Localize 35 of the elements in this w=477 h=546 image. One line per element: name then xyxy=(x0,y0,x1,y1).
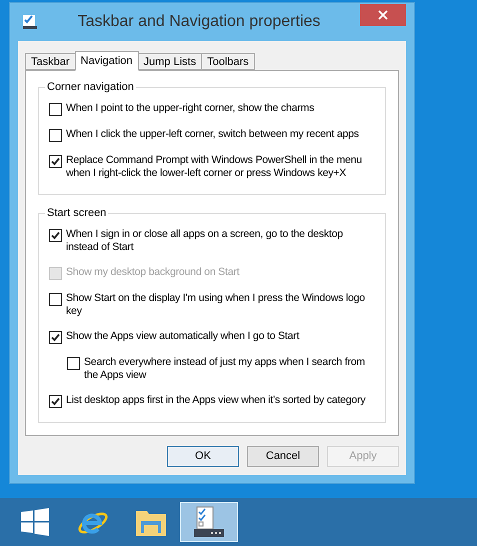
checkmark-icon xyxy=(51,333,60,342)
option-label: When I point to the upper-right corner, show the charms xyxy=(66,102,314,115)
checkbox[interactable] xyxy=(49,129,62,142)
option-label: Replace Command Prompt with Windows PowerShell in the menu when I right-click the lower-left corner or press Windows key+X xyxy=(66,154,363,180)
checkbox[interactable] xyxy=(49,229,62,242)
option-label: Search everywhere instead of just my apps when I search from the Apps view xyxy=(84,356,366,382)
checklist-app-icon xyxy=(22,14,38,30)
tab[interactable]: Navigation xyxy=(74,51,139,71)
checkbox[interactable] xyxy=(49,293,62,306)
checkmark-icon xyxy=(51,397,60,406)
option-label: Show Start on the display I'm using when I press the Windows logo key xyxy=(66,292,366,318)
close-icon xyxy=(378,10,388,20)
checkbox[interactable] xyxy=(49,103,62,116)
dialog-button[interactable]: OK xyxy=(167,446,239,467)
option-label: When I click the upper-left corner, switch between my recent apps xyxy=(66,128,359,141)
windows-logo-icon xyxy=(21,508,49,536)
checkbox[interactable] xyxy=(49,331,62,344)
dialog-button[interactable]: Cancel xyxy=(247,446,319,467)
checklist-window-icon xyxy=(193,506,225,538)
close-button[interactable] xyxy=(360,4,406,26)
checkbox[interactable] xyxy=(49,155,62,168)
tab[interactable]: Jump Lists xyxy=(138,53,202,70)
option-label: When I sign in or close all apps on a screen, go to the desktop instead of Start xyxy=(66,228,344,254)
window-title: Taskbar and Navigation properties xyxy=(76,12,322,32)
taskbar-button[interactable] xyxy=(180,502,238,542)
checkmark-icon xyxy=(51,157,60,166)
checkbox[interactable] xyxy=(49,395,62,408)
group-title: Corner navigation xyxy=(45,80,136,94)
option-label: Show my desktop background on Start xyxy=(66,266,240,279)
tab[interactable]: Taskbar xyxy=(25,53,76,70)
tab[interactable]: Toolbars xyxy=(201,53,255,70)
option-label: List desktop apps first in the Apps view when it’s sorted by category xyxy=(66,394,366,407)
checkbox[interactable] xyxy=(67,357,80,370)
option-label: Show the Apps view automatically when I go to Start xyxy=(66,330,300,343)
checkmark-icon xyxy=(51,231,60,240)
